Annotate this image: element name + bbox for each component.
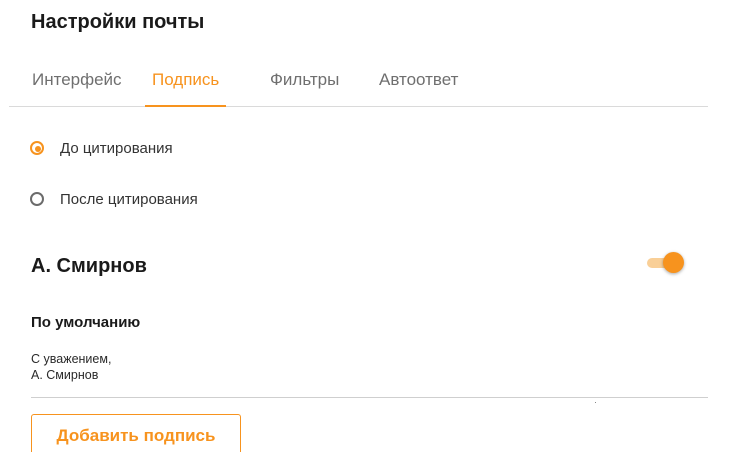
add-signature-button[interactable]: Добавить подпись: [31, 414, 241, 452]
radio-button-checked[interactable]: [30, 141, 44, 155]
radio-before-quote[interactable]: До цитирования: [28, 136, 173, 160]
page-title: Настройки почты: [31, 11, 205, 33]
signature-text-line: С уважением,: [31, 352, 112, 366]
signature-enabled-toggle[interactable]: [647, 252, 685, 274]
default-signature-label: По умолчанию: [31, 314, 141, 331]
tab-interface[interactable]: Интерфейс: [32, 58, 122, 106]
signature-name: А. Смирнов: [31, 255, 147, 277]
tab-signature[interactable]: Подпись: [144, 58, 227, 107]
tab-filters[interactable]: Фильтры: [270, 58, 339, 106]
signature-text-line: А. Смирнов: [31, 368, 99, 382]
radio-button-unchecked[interactable]: [30, 192, 44, 206]
toggle-thumb[interactable]: [663, 252, 684, 273]
signature-text-field[interactable]: С уважением, А. Смирнов: [31, 351, 708, 398]
radio-label-after-quote: После цитирования: [60, 190, 198, 208]
divider-dot: [595, 402, 596, 403]
radio-after-quote[interactable]: После цитирования: [28, 187, 198, 211]
radio-label-before-quote: До цитирования: [60, 139, 173, 157]
tab-autoreply[interactable]: Автоответ: [379, 58, 458, 106]
settings-tabs: Интерфейс Подпись Фильтры Автоответ: [9, 58, 708, 107]
